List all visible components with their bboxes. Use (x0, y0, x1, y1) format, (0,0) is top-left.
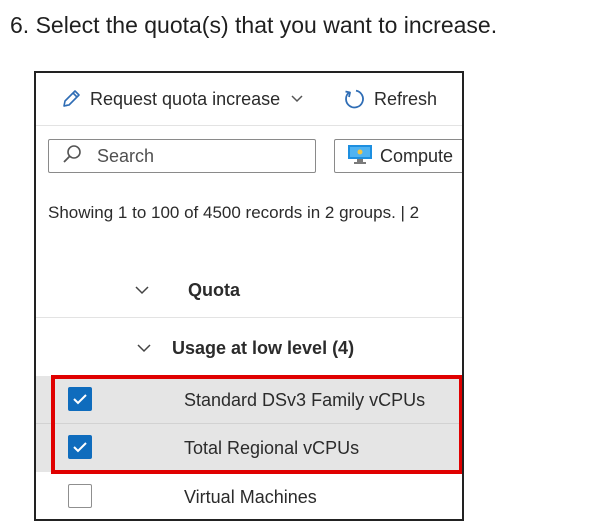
search-icon (61, 143, 83, 170)
compute-filter-button[interactable]: Compute (334, 139, 462, 173)
row-checkbox[interactable] (68, 387, 92, 411)
search-box[interactable] (48, 139, 316, 173)
request-quota-increase-label: Request quota increase (90, 88, 281, 109)
row-checkbox[interactable] (68, 435, 92, 459)
chevron-down-icon[interactable] (290, 94, 304, 104)
column-header-quota[interactable]: Quota (188, 280, 240, 301)
instruction-text: 6. Select the quota(s) that you want to … (10, 12, 498, 38)
table-row[interactable]: Total Regional vCPUs (36, 424, 462, 472)
table-row[interactable]: Virtual Machines (36, 473, 462, 519)
row-label: Total Regional vCPUs (184, 438, 360, 458)
group-row[interactable]: Usage at low level (4) (36, 325, 462, 373)
records-summary: Showing 1 to 100 of 4500 records in 2 gr… (48, 203, 420, 222)
refresh-icon (342, 87, 366, 111)
row-label: Standard DSv3 Family vCPUs (184, 390, 426, 410)
checkmark-icon (73, 394, 87, 405)
refresh-button[interactable]: Refresh (342, 85, 437, 113)
expand-all-chevron-icon[interactable] (134, 263, 150, 317)
row-label: Virtual Machines (184, 487, 317, 507)
checkmark-icon (73, 442, 87, 453)
toolbar-divider (36, 125, 462, 126)
request-quota-increase-button[interactable]: Request quota increase (60, 85, 304, 113)
group-chevron-down-icon[interactable] (136, 337, 152, 358)
header-divider (36, 317, 462, 318)
row-checkbox[interactable] (68, 484, 92, 508)
refresh-label: Refresh (374, 88, 438, 109)
pencil-icon (60, 88, 82, 110)
column-header-row: Quota (36, 263, 462, 317)
compute-icon (347, 143, 373, 170)
table-row[interactable]: Standard DSv3 Family vCPUs (36, 376, 462, 424)
compute-filter-label: Compute (380, 145, 454, 166)
toolbar: Request quota increase Refresh (36, 73, 462, 125)
screenshot-frame: Request quota increase Refresh Search Co… (34, 71, 464, 521)
search-input[interactable] (97, 145, 297, 167)
group-title: Usage at low level (4) (172, 338, 355, 358)
